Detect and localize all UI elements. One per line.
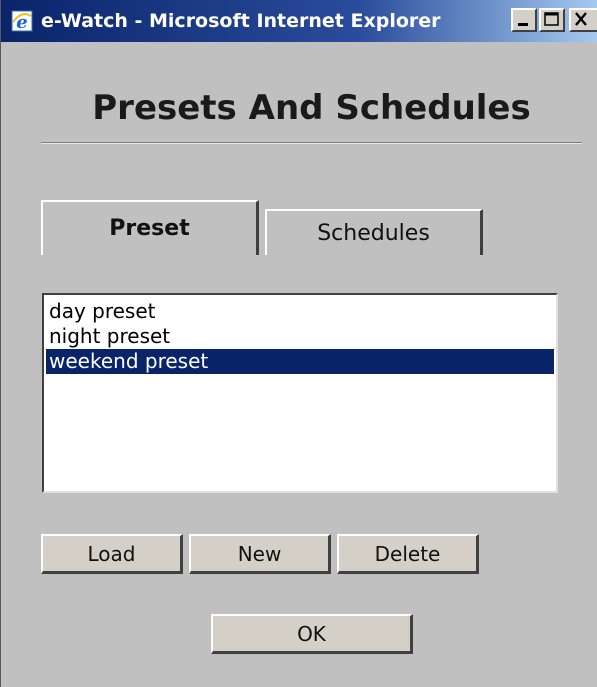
heading-divider xyxy=(41,142,582,144)
page-title: Presets And Schedules xyxy=(92,88,531,128)
tab-schedules[interactable]: Schedules xyxy=(265,209,483,255)
close-button[interactable] xyxy=(569,8,597,32)
load-button[interactable]: Load xyxy=(41,534,183,574)
close-icon xyxy=(575,12,587,26)
minimize-button[interactable] xyxy=(511,8,537,32)
preset-listbox[interactable]: day preset night preset weekend preset xyxy=(42,293,558,493)
new-button[interactable]: New xyxy=(189,534,331,574)
ie-icon: e xyxy=(11,10,33,33)
ie-window: e e-Watch - Microsoft Internet Explorer … xyxy=(0,0,597,687)
window-title: e-Watch - Microsoft Internet Explorer xyxy=(41,10,441,32)
title-bar[interactable]: e e-Watch - Microsoft Internet Explorer xyxy=(1,0,597,42)
list-item-selected[interactable]: weekend preset xyxy=(46,349,554,374)
minimize-icon xyxy=(518,23,528,26)
delete-button[interactable]: Delete xyxy=(337,534,479,574)
list-item[interactable]: day preset xyxy=(46,299,554,324)
tab-preset[interactable]: Preset xyxy=(41,200,259,255)
maximize-icon xyxy=(544,12,559,26)
ok-button[interactable]: OK xyxy=(211,614,413,654)
list-item[interactable]: night preset xyxy=(46,324,554,349)
maximize-button[interactable] xyxy=(539,8,565,32)
